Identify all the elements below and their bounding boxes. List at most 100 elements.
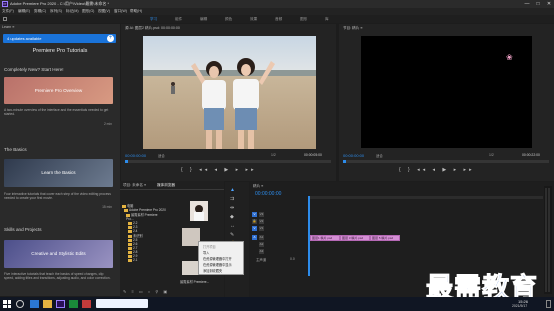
program-resolution-select[interactable]: 1/2 [489,153,494,157]
source-resolution-select[interactable]: 1/2 [271,153,276,157]
notification-icon[interactable] [546,300,551,308]
ripple-edit-tool-icon[interactable]: ⇹ [230,205,234,211]
tutorial-card-creative[interactable]: Creative and Stylistic Edits [4,240,113,268]
tools-panel: ▲ ⇉ ⇹ ◆ ↔ ✎ ✋ T [225,182,249,297]
tutorials-heading: Premiere Pro Tutorials [32,48,88,54]
workspace-editing[interactable]: 编辑 [200,17,207,22]
lock-icon[interactable]: 🔒 [252,219,257,224]
track-label-v3[interactable]: V3 [259,212,264,217]
edge-icon[interactable] [30,300,39,308]
context-menu: 打开项目 导入 在资源管理器中打开 在资源管理器中显示 添加到收藏夹 [198,241,244,275]
learn-panel-tab[interactable]: Learn ≡ [2,25,14,29]
app-icon[interactable] [69,300,78,308]
source-fit-select[interactable]: 适合 [158,153,165,158]
menu-window[interactable]: 窗口(W) [114,9,127,14]
tutorial-description: A two-minute overview of the interface a… [4,108,109,117]
tutorial-card-title: Learn the Basics [41,170,76,175]
menu-sequence[interactable]: 序列(S) [50,9,62,14]
menu-edit[interactable]: 编辑(E) [18,9,30,14]
program-video-frame[interactable]: ❀ [361,36,532,148]
media-thumbnail[interactable] [190,201,208,221]
timeline-clip[interactable]: 图层1 精片.psd [310,235,340,241]
timeline-clip[interactable]: 图层 5 精片.psd [370,235,400,241]
track-target-button[interactable]: V [252,212,257,217]
maximize-button[interactable]: □ [533,0,543,8]
tutorial-card-title: Creative and Stylistic Edits [31,251,86,256]
add-icon[interactable]: + [107,35,114,42]
menu-bar: 文件(F) 编辑(E) 剪辑(C) 序列(S) 标记(M) 图形(G) 视图(V… [0,8,554,15]
source-timecode-current[interactable]: 00:00:00:00 [125,153,146,158]
tab-media-browser[interactable]: 媒体浏览器 [157,183,175,188]
menu-item-import[interactable]: 导入 [203,250,209,255]
timeline-clip[interactable]: 图层 3 精片.psd [340,235,370,241]
track-label-v2[interactable]: V2 [259,219,264,224]
workspace-libraries[interactable]: 库 [325,17,329,22]
menu-graphics[interactable]: 图形(G) [82,9,94,14]
playhead-icon[interactable] [343,160,346,163]
program-timecode-current[interactable]: 00:00:00:00 [343,153,364,158]
workspace-learn[interactable]: 学习 [150,17,157,22]
menu-file[interactable]: 文件(F) [2,9,14,14]
workspace-color[interactable]: 颜色 [225,17,232,22]
track-label-a2[interactable]: A2 [259,242,264,247]
tree-item[interactable]: 最需素材 Premiere Pro... [122,212,166,221]
track-label-a3[interactable]: A3 [259,249,264,254]
menu-item-open-in-explorer[interactable]: 在资源管理器中打开 [203,256,232,261]
ime-toolbar[interactable] [96,299,148,308]
tab-project[interactable]: 项目: 未命名 ≡ [123,183,146,188]
razor-tool-icon[interactable]: ◆ [230,214,234,220]
workspace-effects[interactable]: 效果 [250,17,257,22]
tutorial-card-overview[interactable]: Premiere Pro Overview [4,77,113,104]
workspace-assembly[interactable]: 组件 [175,17,182,22]
menu-clip[interactable]: 剪辑(C) [34,9,46,14]
tutorial-description: Four interactive tutorials that cover ea… [4,192,111,201]
program-transport-controls[interactable]: { } ◂◂ ◂ ▶ ▸ ▸▸ [399,167,499,173]
workspace-audio[interactable]: 音频 [275,17,282,22]
master-track-label: 主声道 [256,258,267,262]
menu-help[interactable]: 帮助(H) [130,9,142,14]
tutorial-duration: 15 min [102,205,112,209]
clock-date[interactable]: 2021/5/17 [512,304,527,308]
time-ruler[interactable] [308,196,543,199]
source-scrubber[interactable] [125,160,331,163]
program-monitor-tab[interactable]: 节目: 精片 ≡ [343,26,362,31]
tutorial-duration: 2 min [103,122,112,126]
close-button[interactable]: ✕ [544,0,554,8]
track-target-button[interactable]: V [252,226,257,231]
search-icon[interactable] [16,300,24,308]
menu-item-reveal-in-explorer[interactable]: 在资源管理器中显示 [203,262,232,267]
selection-tool-icon[interactable]: ▲ [230,187,235,193]
menu-view[interactable]: 视图(V) [98,9,110,14]
title-bar: Pr Adobe Premiere Pro 2020 - C:\用户\Video… [0,0,554,8]
timeline-timecode[interactable]: 00:00:00:00 [255,191,281,197]
master-volume-value[interactable]: 0.0 [290,257,295,261]
premiere-taskbar-icon[interactable] [56,300,65,308]
playhead-icon[interactable] [125,160,128,163]
source-monitor-tab[interactable]: 源 Al: 图层2 精片.psd: 00:00:00:00 [125,26,180,31]
workspace-graphics[interactable]: 图形 [300,17,307,22]
program-scrubber[interactable] [343,160,549,163]
track-label-a1[interactable]: A1 [259,235,264,240]
source-transport-controls[interactable]: { } ◂◂ ◂ ▶ ▸ ▸▸ [181,167,281,173]
project-footer-tools[interactable]: ✎ ≡ ▭ ○ ⚲ ▣ [123,289,221,294]
timeline-tab[interactable]: 精片 ≡ [253,184,263,189]
menu-marker[interactable]: 标记(M) [66,9,79,14]
program-fit-select[interactable]: 适合 [376,153,383,158]
menu-item-add-favorite[interactable]: 添加到收藏夹 [203,268,222,273]
tutorial-card-basics[interactable]: Learn the Basics [4,159,113,187]
updates-banner[interactable]: 4 updates available + [3,34,116,43]
file-explorer-icon[interactable] [43,300,52,308]
home-icon[interactable] [3,17,7,21]
menu-item-open-project[interactable]: 打开项目 [203,244,216,249]
tree-item[interactable]: 2.1 [122,258,166,262]
track-select-tool-icon[interactable]: ⇉ [230,196,234,202]
app-icon[interactable] [82,300,91,308]
windows-start-icon[interactable] [3,300,11,308]
pen-tool-icon[interactable]: ✎ [230,232,234,238]
source-video-frame[interactable] [143,36,316,149]
track-label-v1[interactable]: V1 [259,226,264,231]
minimize-button[interactable]: — [522,0,532,8]
track-target-button[interactable]: A [252,235,257,240]
section-heading-skills: Skills and Projects [4,227,42,232]
slip-tool-icon[interactable]: ↔ [230,223,235,229]
